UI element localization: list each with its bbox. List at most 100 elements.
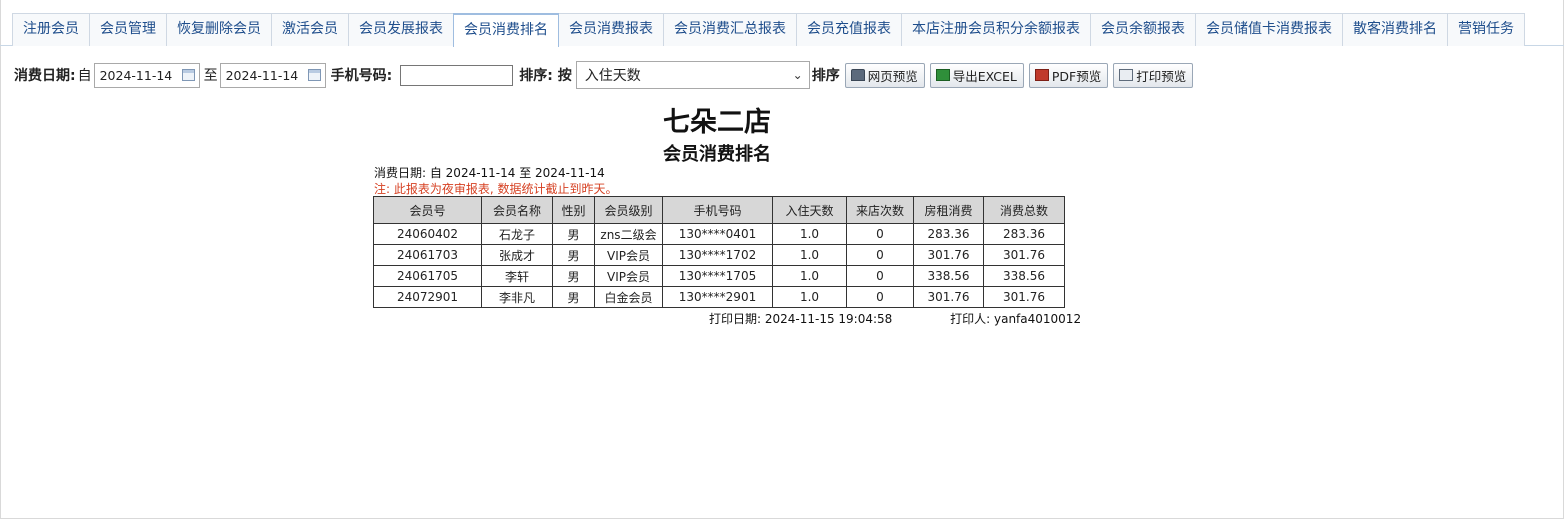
table-cell: 24061705 xyxy=(373,265,482,287)
table-cell: 283.36 xyxy=(913,223,984,245)
tabs: 注册会员 会员管理 恢复删除会员 激活会员 会员发展报表 会员消费排名 会员消费报表 会员消费… xyxy=(12,13,1525,47)
tab-1[interactable]: 会员管理 xyxy=(89,13,167,46)
table-cell: 283.36 xyxy=(983,223,1065,245)
column-header: 会员名称 xyxy=(481,196,553,224)
table-cell: 张成才 xyxy=(481,244,553,266)
column-header: 来店次数 xyxy=(846,196,914,224)
table-row: 24060402 石龙子男 zns二级会 130****0401 1.0 0 283.36 2… xyxy=(373,223,1065,245)
tab-6[interactable]: 会员消费报表 xyxy=(558,13,664,46)
sort-select-value: 入住天数 xyxy=(584,68,641,84)
from-label: 自 xyxy=(77,68,92,84)
tab-8[interactable]: 会员充值报表 xyxy=(796,13,902,46)
report-date-range: 消费日期: 自 2024-11-14 至 2024-11-14 xyxy=(374,166,605,180)
column-header: 性别 xyxy=(552,196,595,224)
pdf-preview-button[interactable]: PDF预览 xyxy=(1028,62,1109,88)
print-preview-button[interactable]: 打印预览 xyxy=(1113,62,1194,88)
column-header: 会员号 xyxy=(373,196,482,224)
sort-select[interactable]: 入住天数 ⌄ xyxy=(575,61,810,89)
table-header-row: 会员号 会员名称 性别 会员级别 手机号码 入住天数 来店次数 房租消费 消费总数 xyxy=(373,196,1065,224)
table-cell: 130****0401 xyxy=(662,223,773,245)
table-cell: VIP会员 xyxy=(594,244,663,266)
table-cell: 130****1705 xyxy=(662,265,773,287)
ranking-table: 会员号 会员名称 性别 会员级别 手机号码 入住天数 来店次数 房租消费 消费总数 240604… xyxy=(373,196,1065,308)
tab-2[interactable]: 恢复删除会员 xyxy=(166,13,272,46)
tab-5[interactable]: 会员消费排名 xyxy=(453,13,559,47)
to-label: 至 xyxy=(203,68,218,84)
table-cell: 男 xyxy=(552,244,595,266)
web-preview-button[interactable]: 网页预览 xyxy=(844,62,925,88)
export-excel-button[interactable]: 导出EXCEL xyxy=(929,62,1024,88)
tab-11[interactable]: 会员储值卡消费报表 xyxy=(1195,13,1343,46)
table-cell: 1.0 xyxy=(772,265,847,287)
table-cell: 男 xyxy=(552,286,595,308)
phone-input[interactable] xyxy=(400,64,514,86)
table-cell: 男 xyxy=(552,223,595,245)
table-cell: 301.76 xyxy=(913,286,984,308)
date-label: 消费日期: xyxy=(14,68,76,84)
table-cell: 0 xyxy=(846,244,914,266)
table-cell: 301.76 xyxy=(983,244,1065,266)
to-date-value: 2024-11-14 xyxy=(225,67,299,83)
table-cell: 301.76 xyxy=(983,286,1065,308)
chevron-down-icon: ⌄ xyxy=(792,68,803,82)
report-note: 注: 此报表为夜审报表, 数据统计截止到昨天。 xyxy=(374,182,618,196)
to-date-field[interactable]: 2024-11-14 xyxy=(219,62,326,88)
table-cell: 0 xyxy=(846,265,914,287)
table-cell: 1.0 xyxy=(772,286,847,308)
sort-suffix-label: 排序 xyxy=(811,68,840,84)
table-cell: 1.0 xyxy=(772,223,847,245)
tab-3[interactable]: 激活会员 xyxy=(271,13,349,46)
column-header: 手机号码 xyxy=(662,196,773,224)
print-date: 打印日期: 2024-11-15 19:04:58 xyxy=(709,312,893,326)
table-cell: 338.56 xyxy=(913,265,984,287)
calendar-icon[interactable] xyxy=(181,69,195,81)
table-cell: 李非凡 xyxy=(481,286,553,308)
column-header: 入住天数 xyxy=(772,196,847,224)
report-title: 会员消费排名 xyxy=(663,144,771,165)
report-footer: 打印日期: 2024-11-15 19:04:58 打印人: yanfa4010… xyxy=(709,310,1081,327)
table-body: 24060402 石龙子男 zns二级会 130****0401 1.0 0 283.36 2… xyxy=(373,223,1065,308)
table-cell: 0 xyxy=(846,286,914,308)
column-header: 消费总数 xyxy=(983,196,1065,224)
tab-bar: 注册会员 会员管理 恢复删除会员 激活会员 会员发展报表 会员消费排名 会员消费报表 会员消费… xyxy=(0,13,1564,47)
table-cell: 石龙子 xyxy=(481,223,553,245)
table-cell: 24060402 xyxy=(373,223,482,245)
table-cell: 白金会员 xyxy=(594,286,663,308)
tab-9[interactable]: 本店注册会员积分余额报表 xyxy=(901,13,1091,46)
tab-12[interactable]: 散客消费排名 xyxy=(1342,13,1448,46)
printer-name: 打印人: yanfa4010012 xyxy=(950,312,1082,326)
tab-0[interactable]: 注册会员 xyxy=(12,13,90,46)
table-row: 24061705 李轩男 VIP会员 130****1705 1.0 0 338.56 338… xyxy=(373,265,1065,287)
table-cell: 李轩 xyxy=(481,265,553,287)
table-cell: 24072901 xyxy=(373,286,482,308)
pdf-icon xyxy=(1034,69,1049,81)
table-row: 24072901 李非凡男白金会员 130****2901 1.0 0 301.76 301… xyxy=(373,286,1065,308)
column-header: 会员级别 xyxy=(594,196,663,224)
web-preview-icon xyxy=(850,69,865,81)
filter-toolbar: 消费日期: 自 2024-11-14 至 2024-11-14 手机号码: 排序… xyxy=(14,61,1194,89)
from-date-value: 2024-11-14 xyxy=(99,67,173,83)
sort-label: 排序: 按 xyxy=(519,68,572,84)
print-preview-label: 打印预览 xyxy=(1136,68,1187,84)
table-cell: zns二级会 xyxy=(594,223,663,245)
tab-10[interactable]: 会员余额报表 xyxy=(1090,13,1196,46)
report-store-name: 七朵二店 xyxy=(663,107,771,138)
printer-icon xyxy=(1119,69,1134,81)
table-cell: 130****1702 xyxy=(662,244,773,266)
table-cell: 0 xyxy=(846,223,914,245)
table-cell: VIP会员 xyxy=(594,265,663,287)
table-row: 24061703 张成才男 VIP会员 130****1702 1.0 0 301.76 30… xyxy=(373,244,1065,266)
tab-7[interactable]: 会员消费汇总报表 xyxy=(663,13,797,46)
web-preview-label: 网页预览 xyxy=(867,68,918,84)
table-cell: 301.76 xyxy=(913,244,984,266)
from-date-field[interactable]: 2024-11-14 xyxy=(93,62,200,88)
tab-13[interactable]: 营销任务 xyxy=(1447,13,1525,46)
table-cell: 1.0 xyxy=(772,244,847,266)
excel-icon xyxy=(935,69,950,81)
table-cell: 338.56 xyxy=(983,265,1065,287)
table-cell: 24061703 xyxy=(373,244,482,266)
calendar-icon[interactable] xyxy=(307,69,321,81)
table-cell: 130****2901 xyxy=(662,286,773,308)
table-cell: 男 xyxy=(552,265,595,287)
tab-4[interactable]: 会员发展报表 xyxy=(348,13,454,46)
